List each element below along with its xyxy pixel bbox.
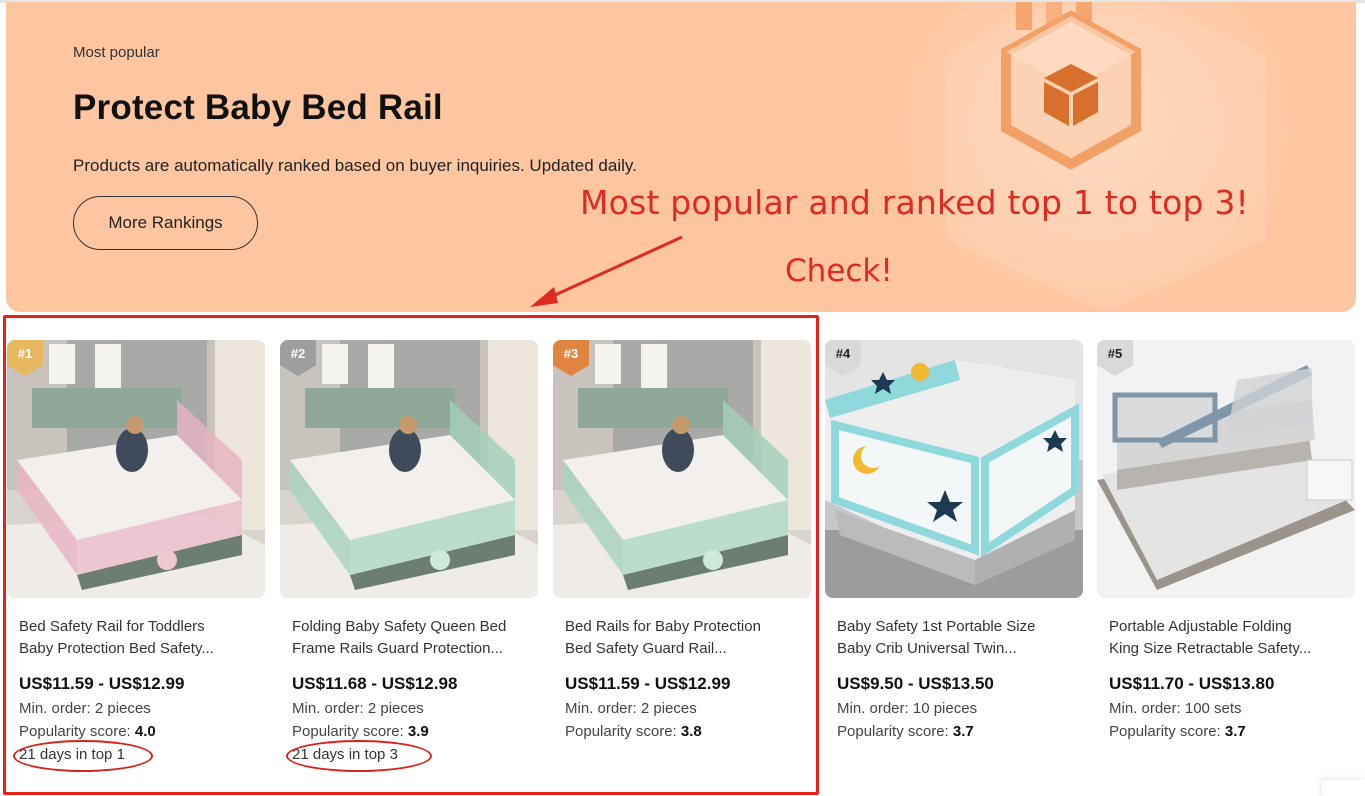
days-in-top: 21 days in top 3 xyxy=(286,740,538,772)
product-price: US$11.59 - US$12.99 xyxy=(19,674,185,693)
mint-bed-rail-photo xyxy=(280,340,538,598)
mint-bed-rail-photo xyxy=(553,340,811,598)
product-card[interactable]: #2 Folding Baby Safety Queen Bed Frame R… xyxy=(280,340,538,790)
popularity-score: Popularity score: 3.7 xyxy=(837,723,974,740)
min-order: Min. order: 100 sets xyxy=(1109,700,1242,717)
product-image[interactable]: #5 xyxy=(1097,340,1355,598)
min-order: Min. order: 2 pieces xyxy=(19,700,151,717)
grey-retractable-bed-rail-photo xyxy=(1097,340,1355,598)
banner-subtitle: Products are automatically ranked based … xyxy=(73,156,637,175)
min-order: Min. order: 10 pieces xyxy=(837,700,978,717)
floating-widget[interactable] xyxy=(1322,780,1365,796)
popularity-score: Popularity score: 3.8 xyxy=(565,723,702,740)
product-price: US$11.59 - US$12.99 xyxy=(565,674,731,693)
product-image[interactable]: #2 xyxy=(280,340,538,598)
popularity-score: Popularity score: 4.0 xyxy=(19,723,156,740)
page-title: Protect Baby Bed Rail xyxy=(73,88,443,127)
more-rankings-button[interactable]: More Rankings xyxy=(73,196,258,250)
product-image[interactable]: #4 xyxy=(825,340,1083,598)
popularity-score: Popularity score: 3.9 xyxy=(292,723,429,740)
annotation-check: Check! xyxy=(785,253,893,289)
blue-star-moon-bed-rail-photo xyxy=(825,340,1083,598)
product-name[interactable]: Folding Baby Safety Queen Bed Frame Rail… xyxy=(292,616,522,660)
product-price: US$9.50 - US$13.50 xyxy=(837,674,994,693)
product-name[interactable]: Portable Adjustable Folding King Size Re… xyxy=(1109,616,1339,660)
days-in-top: 21 days in top 1 xyxy=(13,740,265,772)
product-card[interactable]: #1 Bed Safety Rail for Toddlers Baby Pro… xyxy=(7,340,265,790)
product-card[interactable]: #3 Bed Rails for Baby Protection Bed Saf… xyxy=(553,340,811,790)
pink-bed-rail-photo xyxy=(7,340,265,598)
popularity-score: Popularity score: 3.7 xyxy=(1109,723,1246,740)
medal-box-icon xyxy=(1001,10,1141,170)
product-card[interactable]: #4 Baby Safety 1st Portable Size Baby Cr… xyxy=(825,340,1083,790)
product-image[interactable]: #3 xyxy=(553,340,811,598)
min-order: Min. order: 2 pieces xyxy=(292,700,424,717)
product-price: US$11.68 - US$12.98 xyxy=(292,674,458,693)
product-image[interactable]: #1 xyxy=(7,340,265,598)
annotation-arrow-icon xyxy=(530,235,683,307)
product-card[interactable]: #5 Portable Adjustable Folding King Size… xyxy=(1097,340,1355,790)
annotation-headline: Most popular and ranked top 1 to top 3! xyxy=(580,183,1249,222)
product-price: US$11.70 - US$13.80 xyxy=(1109,674,1275,693)
product-name[interactable]: Baby Safety 1st Portable Size Baby Crib … xyxy=(837,616,1067,660)
product-name[interactable]: Bed Safety Rail for Toddlers Baby Protec… xyxy=(19,616,249,660)
banner-eyebrow: Most popular xyxy=(73,44,160,61)
product-name[interactable]: Bed Rails for Baby Protection Bed Safety… xyxy=(565,616,795,660)
min-order: Min. order: 2 pieces xyxy=(565,700,697,717)
